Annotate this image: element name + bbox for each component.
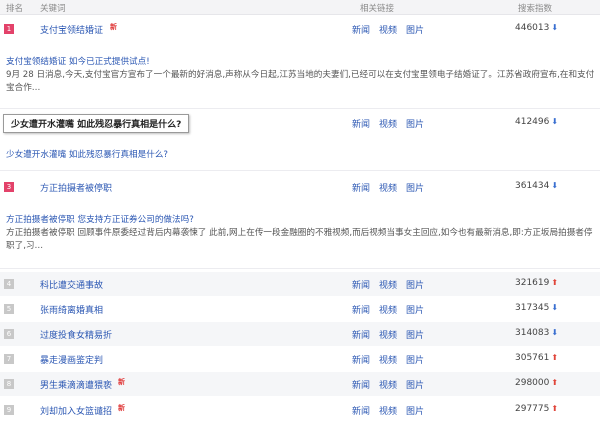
column-header-count: 搜索指数 xyxy=(518,4,553,14)
image-link[interactable]: 图片 xyxy=(406,331,424,341)
search-count: 321619 ⬆ xyxy=(515,278,559,288)
detail-title[interactable]: 少女遭开水灌嘴 如此残忍暴行真相是什么? xyxy=(6,149,596,162)
search-count: 317345 ⬇ xyxy=(515,303,559,313)
image-link[interactable]: 图片 xyxy=(406,281,424,291)
related-links: 新闻 视频 图片 xyxy=(352,181,433,194)
divider xyxy=(0,268,600,269)
trend-down-icon: ⬇ xyxy=(551,303,559,312)
keyword-link[interactable]: 刘却加入女篮谴招 xyxy=(40,404,112,417)
image-link[interactable]: 图片 xyxy=(406,306,424,316)
image-link[interactable]: 图片 xyxy=(406,26,424,36)
trend-up-icon: ⬆ xyxy=(551,404,559,413)
related-links: 新闻 视频 图片 xyxy=(352,117,433,130)
table-row-6: 6 过度投食女精易折 新闻 视频 图片 314083 ⬇ xyxy=(0,322,600,346)
table-header: 排名 关键词 相关链接 搜索指数 xyxy=(0,0,600,15)
table-row-2: 少女遭开水灌嘴 如此残忍暴行真相是什么? 新闻 视频 图片 412496 ⬇ xyxy=(0,111,600,135)
detail-panel-3: 方正拍摄者被停职 您支持方正证券公司的做法吗? 方正拍摄者被停职 回顾事件原委经… xyxy=(6,214,596,253)
search-count: 305761 ⬆ xyxy=(515,353,559,363)
video-link[interactable]: 视频 xyxy=(379,184,397,194)
rank-badge: 7 xyxy=(4,354,14,364)
news-link[interactable]: 新闻 xyxy=(352,26,370,36)
related-links: 新闻 视频 图片 xyxy=(352,353,433,366)
rank-badge: 6 xyxy=(4,329,14,339)
related-links: 新闻 视频 图片 xyxy=(352,278,433,291)
video-link[interactable]: 视频 xyxy=(379,407,397,417)
video-link[interactable]: 视频 xyxy=(379,120,397,130)
video-link[interactable]: 视频 xyxy=(379,381,397,391)
related-links: 新闻 视频 图片 xyxy=(352,328,433,341)
keyword-link[interactable]: 男生乘滴滴遭猥亵 xyxy=(40,378,112,391)
search-count: 412496 ⬇ xyxy=(515,117,559,127)
news-link[interactable]: 新闻 xyxy=(352,407,370,417)
trend-down-icon: ⬇ xyxy=(551,181,559,190)
rank-badge: 3 xyxy=(4,182,14,192)
new-badge: 新 xyxy=(118,404,125,412)
video-link[interactable]: 视频 xyxy=(379,306,397,316)
keyword-link[interactable]: 暴走漫画鉴定判 xyxy=(40,353,103,366)
search-count: 361434 ⬇ xyxy=(515,181,559,191)
rank-badge: 8 xyxy=(4,379,14,389)
image-link[interactable]: 图片 xyxy=(406,184,424,194)
image-link[interactable]: 图片 xyxy=(406,407,424,417)
keyword-link[interactable]: 少女遭开水灌嘴 如此残忍暴行真相是什么? xyxy=(3,114,190,133)
news-link[interactable]: 新闻 xyxy=(352,184,370,194)
divider xyxy=(0,108,600,109)
new-badge: 新 xyxy=(118,378,125,386)
search-count: 298000 ⬆ xyxy=(515,378,559,388)
table-row-5: 5 张雨绮离婚真相 新闻 视频 图片 317345 ⬇ xyxy=(0,297,600,321)
rank-badge: 4 xyxy=(4,279,14,289)
trend-up-icon: ⬆ xyxy=(551,278,559,287)
detail-title[interactable]: 支付宝领结婚证 如今已正式提供试点! xyxy=(6,56,596,69)
divider xyxy=(0,170,600,171)
keyword-link[interactable]: 方正拍摄者被停职 xyxy=(40,181,112,194)
keyword-link[interactable]: 科比遭交通事故 xyxy=(40,278,103,291)
table-row-9: 9 刘却加入女篮谴招 新 新闻 视频 图片 297775 ⬆ xyxy=(0,398,600,422)
video-link[interactable]: 视频 xyxy=(379,281,397,291)
news-link[interactable]: 新闻 xyxy=(352,381,370,391)
search-count: 297775 ⬆ xyxy=(515,404,559,414)
rank-badge: 5 xyxy=(4,304,14,314)
detail-text: 方正拍摄者被停职 回顾事件原委经过背后内幕袭悚了 此前,网上在传一段金融圈的不雅… xyxy=(6,228,593,251)
column-header-links: 相关链接 xyxy=(360,4,395,14)
table-row-7: 7 暴走漫画鉴定判 新闻 视频 图片 305761 ⬆ xyxy=(0,347,600,371)
related-links: 新闻 视频 图片 xyxy=(352,404,433,417)
new-badge: 新 xyxy=(110,23,117,31)
table-row-8: 8 男生乘滴滴遭猥亵 新 新闻 视频 图片 298000 ⬆ xyxy=(0,372,600,396)
search-count: 314083 ⬇ xyxy=(515,328,559,338)
table-row-3: 3 方正拍摄者被停职 新闻 视频 图片 361434 ⬇ xyxy=(0,175,600,199)
video-link[interactable]: 视频 xyxy=(379,356,397,366)
search-count: 446013 ⬇ xyxy=(515,23,559,33)
trend-down-icon: ⬇ xyxy=(551,328,559,337)
trend-up-icon: ⬆ xyxy=(551,378,559,387)
news-link[interactable]: 新闻 xyxy=(352,356,370,366)
image-link[interactable]: 图片 xyxy=(406,381,424,391)
news-link[interactable]: 新闻 xyxy=(352,281,370,291)
related-links: 新闻 视频 图片 xyxy=(352,378,433,391)
image-link[interactable]: 图片 xyxy=(406,120,424,130)
video-link[interactable]: 视频 xyxy=(379,26,397,36)
trend-up-icon: ⬆ xyxy=(551,353,559,362)
detail-panel-1: 支付宝领结婚证 如今已正式提供试点! 9月 28 日消息,今天,支付宝官方宣布了… xyxy=(6,56,596,95)
video-link[interactable]: 视频 xyxy=(379,331,397,341)
news-link[interactable]: 新闻 xyxy=(352,331,370,341)
detail-panel-2: 少女遭开水灌嘴 如此残忍暴行真相是什么? xyxy=(6,149,596,162)
trend-down-icon: ⬇ xyxy=(551,23,559,32)
keyword-link[interactable]: 过度投食女精易折 xyxy=(40,328,112,341)
column-header-keyword: 关键词 xyxy=(40,4,66,14)
trend-down-icon: ⬇ xyxy=(551,117,559,126)
related-links: 新闻 视频 图片 xyxy=(352,303,433,316)
detail-text: 9月 28 日消息,今天,支付宝官方宣布了一个最新的好消息,声称从今日起,江苏当… xyxy=(6,70,595,93)
rank-badge: 1 xyxy=(4,24,14,34)
news-link[interactable]: 新闻 xyxy=(352,120,370,130)
keyword-link[interactable]: 支付宝领结婚证 xyxy=(40,23,103,36)
detail-title[interactable]: 方正拍摄者被停职 您支持方正证券公司的做法吗? xyxy=(6,214,596,227)
image-link[interactable]: 图片 xyxy=(406,356,424,366)
rank-badge: 9 xyxy=(4,405,14,415)
table-row-4: 4 科比遭交通事故 新闻 视频 图片 321619 ⬆ xyxy=(0,272,600,296)
news-link[interactable]: 新闻 xyxy=(352,306,370,316)
table-row-1: 1 支付宝领结婚证 新 新闻 视频 图片 446013 ⬇ xyxy=(0,17,600,41)
column-header-rank: 排名 xyxy=(6,4,24,14)
keyword-link[interactable]: 张雨绮离婚真相 xyxy=(40,303,103,316)
related-links: 新闻 视频 图片 xyxy=(352,23,433,36)
